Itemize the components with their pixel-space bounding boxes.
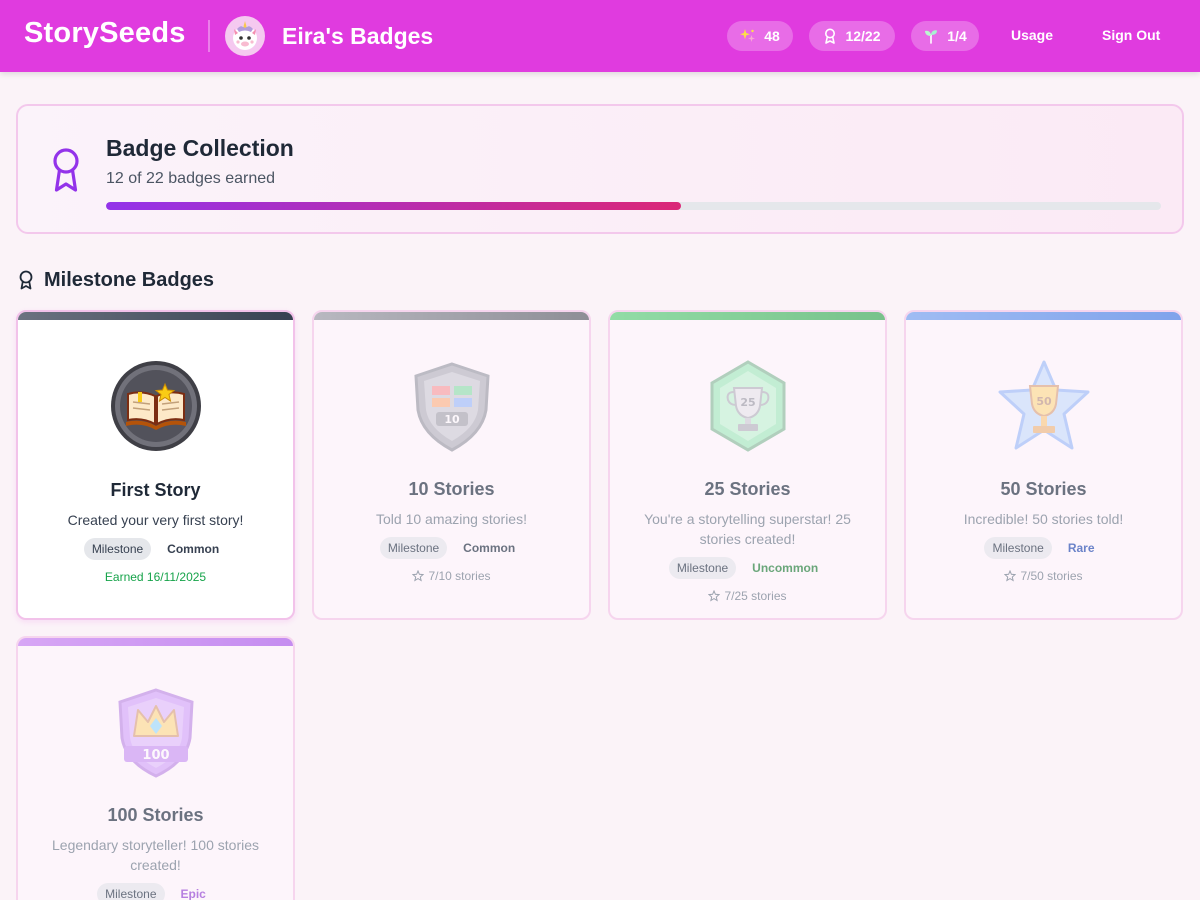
- avatar[interactable]: [225, 16, 265, 56]
- rarity-tag: Epic: [180, 887, 206, 900]
- badge-tags: Milestone Common: [18, 538, 293, 560]
- award-icon: [19, 270, 33, 290]
- collection-progress-bar: [106, 202, 1161, 210]
- seeds-value: 1/4: [947, 28, 967, 44]
- badge-emblem-text: 25: [740, 396, 755, 409]
- award-icon: [53, 148, 79, 192]
- rarity-tag: Rare: [1067, 541, 1095, 555]
- badge-tags: Milestone Epic: [18, 883, 293, 900]
- badge-card-100-stories[interactable]: 100 100 Stories Legendary storyteller! 1…: [16, 636, 295, 900]
- badge-progress: 7/50 stories: [906, 569, 1181, 583]
- sparkles-icon: [740, 29, 756, 42]
- collection-title: Badge Collection: [106, 135, 294, 161]
- section-title: Milestone Badges: [44, 269, 215, 291]
- points-value: 48: [764, 28, 780, 44]
- badge-name: 100 Stories: [107, 805, 204, 825]
- collection-progress-fill: [106, 202, 681, 210]
- collection-subtitle: 12 of 22 badges earned: [106, 170, 276, 187]
- crown-shield-icon: 100: [117, 688, 194, 778]
- star-icon: [708, 590, 721, 602]
- badge-emblem-text: 10: [444, 413, 460, 426]
- category-tag: Milestone: [984, 537, 1052, 559]
- badge-card-10-stories[interactable]: 10 10 Stories Told 10 amazing stories! M…: [312, 310, 591, 620]
- badge-name: First Story: [110, 480, 201, 500]
- top-nav-bar: StorySeeds Eira's Badges 48 12/22 1/4 Us…: [0, 0, 1200, 72]
- star-icon: [1004, 570, 1017, 582]
- award-icon: [825, 28, 836, 44]
- progress-text: 7/10 stories: [428, 569, 491, 583]
- badge-description: Incredible! 50 stories told!: [963, 511, 1124, 527]
- badge-progress: 7/25 stories: [610, 589, 885, 603]
- unicorn-icon: [233, 21, 257, 50]
- category-tag: Milestone: [379, 537, 448, 559]
- earned-date: Earned 16/11/2025: [104, 570, 207, 584]
- badges-count-badge[interactable]: 12/22: [809, 21, 895, 51]
- badge-description: You're a storytelling superstar! 25 stor…: [644, 511, 851, 547]
- badge-description: Created your very first story!: [67, 512, 244, 528]
- open-book-icon: [110, 361, 201, 451]
- card-rarity-bar: [610, 312, 885, 320]
- badges-count-value: 12/22: [845, 28, 881, 44]
- brand-logo[interactable]: StorySeeds: [24, 17, 186, 50]
- card-rarity-bar: [314, 312, 589, 320]
- badge-emblem-text: 100: [142, 748, 169, 763]
- points-badge[interactable]: 48: [727, 21, 793, 51]
- page-title: Eira's Badges: [282, 23, 434, 49]
- badge-progress: 7/10 stories: [314, 569, 589, 583]
- progress-text: 7/50 stories: [1020, 569, 1083, 583]
- shield-icon: 10: [413, 362, 490, 452]
- badge-name: 50 Stories: [1000, 479, 1087, 499]
- category-tag: Milestone: [83, 538, 152, 560]
- trophy-icon: 25: [710, 360, 785, 452]
- badge-name: 25 Stories: [704, 479, 791, 499]
- badge-tags: Milestone Uncommon: [610, 557, 885, 579]
- badge-collection-panel: Badge Collection 12 of 22 badges earned: [16, 104, 1184, 234]
- badge-description: Told 10 amazing stories!: [376, 511, 527, 527]
- badge-card-25-stories[interactable]: 25 25 Stories You're a storytelling supe…: [608, 310, 887, 620]
- header-divider: [208, 20, 210, 52]
- rarity-tag: Uncommon: [752, 561, 819, 575]
- usage-link[interactable]: Usage: [1011, 27, 1053, 43]
- badge-card-50-stories[interactable]: 50 50 Stories Incredible! 50 stories tol…: [904, 310, 1183, 620]
- badge-name: 10 Stories: [408, 479, 495, 499]
- category-tag: Milestone: [668, 557, 737, 579]
- category-tag: Milestone: [97, 883, 165, 900]
- badge-card-first-story[interactable]: First Story Created your very first stor…: [16, 310, 295, 620]
- badge-tags: Milestone Rare: [906, 537, 1181, 559]
- badge-tags: Milestone Common: [314, 537, 589, 559]
- rarity-tag: Common: [167, 542, 220, 556]
- seeds-badge[interactable]: 1/4: [911, 21, 979, 51]
- badge-emblem-text: 50: [1036, 395, 1052, 408]
- rarity-tag: Common: [463, 541, 516, 555]
- star-icon: [412, 570, 425, 582]
- card-rarity-bar: [18, 638, 293, 646]
- card-rarity-bar: [906, 312, 1181, 320]
- sprout-icon: [925, 30, 938, 44]
- progress-text: 7/25 stories: [724, 589, 787, 603]
- badge-description: Legendary storyteller! 100 stories creat…: [52, 837, 259, 873]
- card-rarity-bar: [18, 312, 293, 320]
- sign-out-link[interactable]: Sign Out: [1102, 27, 1160, 43]
- star-trophy-icon: 50: [998, 360, 1089, 450]
